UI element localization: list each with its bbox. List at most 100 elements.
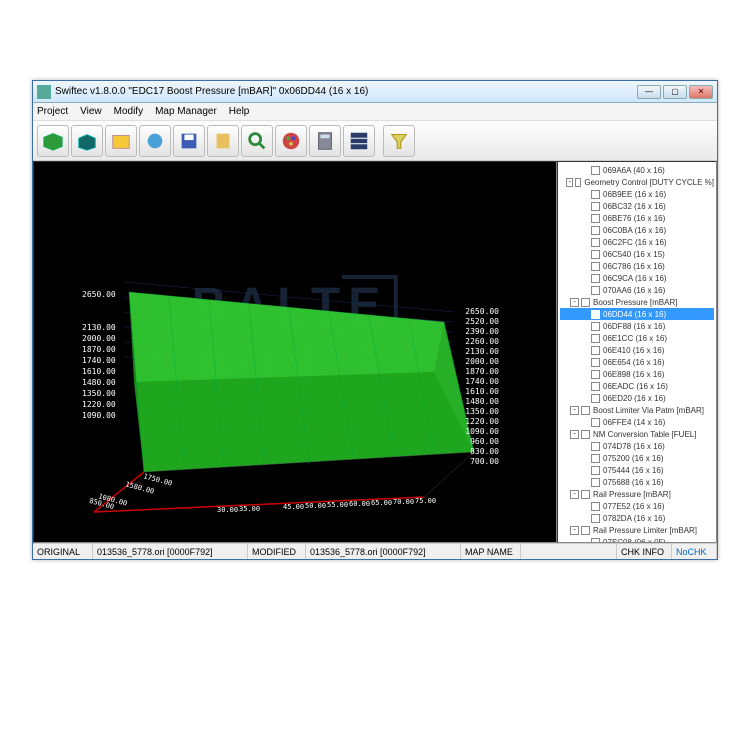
tree-node[interactable]: 06C540 (16 x 15) xyxy=(560,248,714,260)
status-orig-value: 013536_5778.ori [0000F792] xyxy=(93,544,248,559)
menu-modify[interactable]: Modify xyxy=(114,106,143,117)
z-tick-left: 2130.00 xyxy=(82,323,132,332)
tree-node[interactable]: 075444 (16 x 16) xyxy=(560,464,714,476)
tree-checkbox[interactable] xyxy=(591,262,600,271)
tree-checkbox[interactable] xyxy=(591,454,600,463)
menu-help[interactable]: Help xyxy=(229,106,250,117)
tool-save-icon[interactable] xyxy=(173,125,205,157)
tree-node[interactable]: 06B9EE (16 x 16) xyxy=(560,188,714,200)
tree-node[interactable]: 06E898 (16 x 16) xyxy=(560,368,714,380)
tree-checkbox[interactable] xyxy=(591,250,600,259)
tree-checkbox[interactable] xyxy=(591,334,600,343)
tree-node[interactable]: 06C786 (16 x 16) xyxy=(560,260,714,272)
tree-checkbox[interactable] xyxy=(591,358,600,367)
tree-node[interactable]: 06BE76 (16 x 16) xyxy=(560,212,714,224)
3d-viewport[interactable]: BALTED·I·A·G xyxy=(33,161,557,543)
tree-checkbox[interactable] xyxy=(591,202,600,211)
tool-3d-alt-icon[interactable] xyxy=(71,125,103,157)
tree-expander-icon[interactable]: - xyxy=(570,490,579,499)
tree-expander-icon[interactable]: - xyxy=(570,406,579,415)
tree-checkbox[interactable] xyxy=(591,502,600,511)
tree-checkbox[interactable] xyxy=(581,298,590,307)
tree-expander-icon[interactable]: - xyxy=(566,178,572,187)
tool-grid-icon[interactable] xyxy=(343,125,375,157)
tree-node[interactable]: -Geometry Control [DUTY CYCLE %] xyxy=(560,176,714,188)
tree-checkbox[interactable] xyxy=(591,418,600,427)
tree-expander-icon[interactable]: - xyxy=(570,298,579,307)
tree-checkbox[interactable] xyxy=(591,322,600,331)
tree-checkbox[interactable] xyxy=(591,442,600,451)
tree-expander-icon[interactable]: - xyxy=(570,526,579,535)
tree-checkbox[interactable] xyxy=(581,406,590,415)
tree-label: 069A6A (40 x 16) xyxy=(603,166,665,175)
z-tick-left: 1090.00 xyxy=(82,411,132,420)
tree-expander-icon[interactable]: - xyxy=(570,430,579,439)
tree-node[interactable]: 06DF88 (16 x 16) xyxy=(560,320,714,332)
tree-node[interactable]: 07SC08 (06 x 05) xyxy=(560,536,714,543)
minimize-button[interactable]: — xyxy=(637,85,661,99)
map-tree[interactable]: 069A6A (40 x 16)-Geometry Control [DUTY … xyxy=(558,162,716,543)
menu-map-manager[interactable]: Map Manager xyxy=(155,106,217,117)
tree-checkbox[interactable] xyxy=(591,190,600,199)
tree-node[interactable]: 06E654 (16 x 16) xyxy=(560,356,714,368)
tree-node[interactable]: 0782DA (16 x 16) xyxy=(560,512,714,524)
tree-checkbox[interactable] xyxy=(591,226,600,235)
tree-node[interactable]: -Rail Pressure [mBAR] xyxy=(560,488,714,500)
tool-color-icon[interactable] xyxy=(139,125,171,157)
tree-checkbox[interactable] xyxy=(591,394,600,403)
tree-checkbox[interactable] xyxy=(591,382,600,391)
tree-node[interactable]: -NM Conversion Table [FUEL] xyxy=(560,428,714,440)
tree-checkbox[interactable] xyxy=(581,490,590,499)
tree-checkbox[interactable] xyxy=(591,238,600,247)
tree-checkbox[interactable] xyxy=(575,178,581,187)
tree-node[interactable]: 06FFE4 (14 x 16) xyxy=(560,416,714,428)
close-button[interactable]: ✕ xyxy=(689,85,713,99)
tree-checkbox[interactable] xyxy=(581,526,590,535)
map-tree-panel[interactable]: 069A6A (40 x 16)-Geometry Control [DUTY … xyxy=(557,161,717,543)
tool-3d-view-icon[interactable] xyxy=(37,125,69,157)
tree-checkbox[interactable] xyxy=(591,274,600,283)
tree-node[interactable]: 06EADC (16 x 16) xyxy=(560,380,714,392)
tree-node[interactable]: 06C2FC (16 x 16) xyxy=(560,236,714,248)
tree-node[interactable]: -Rail Pressure Limiter [mBAR] xyxy=(560,524,714,536)
tree-node[interactable]: 074D78 (16 x 16) xyxy=(560,440,714,452)
tree-node[interactable]: 069A6A (40 x 16) xyxy=(560,164,714,176)
tool-filter-icon[interactable] xyxy=(383,125,415,157)
tree-checkbox[interactable] xyxy=(591,514,600,523)
tool-find-icon[interactable] xyxy=(241,125,273,157)
tree-node[interactable]: -Boost Limiter Via Patm [mBAR] xyxy=(560,404,714,416)
tree-checkbox[interactable] xyxy=(591,370,600,379)
tree-checkbox[interactable] xyxy=(591,466,600,475)
z-tick: 1870.00 xyxy=(449,367,499,376)
tree-checkbox[interactable] xyxy=(591,310,600,319)
tree-label: 06E1CC (16 x 16) xyxy=(603,334,667,343)
tree-checkbox[interactable] xyxy=(591,346,600,355)
tree-checkbox[interactable] xyxy=(581,430,590,439)
tree-node[interactable]: 070AA6 (16 x 16) xyxy=(560,284,714,296)
tree-node[interactable]: 075688 (16 x 16) xyxy=(560,476,714,488)
tool-calc-icon[interactable] xyxy=(309,125,341,157)
tree-node[interactable]: 077E52 (16 x 16) xyxy=(560,500,714,512)
tree-checkbox[interactable] xyxy=(591,166,600,175)
tree-checkbox[interactable] xyxy=(591,214,600,223)
menu-view[interactable]: View xyxy=(80,106,102,117)
tree-checkbox[interactable] xyxy=(591,478,600,487)
z-tick: 1740.00 xyxy=(449,377,499,386)
tree-node[interactable]: 06ED20 (16 x 16) xyxy=(560,392,714,404)
tree-node[interactable]: 06E410 (16 x 16) xyxy=(560,344,714,356)
tool-palette-icon[interactable] xyxy=(275,125,307,157)
tree-node[interactable]: 06E1CC (16 x 16) xyxy=(560,332,714,344)
tree-node[interactable]: -Boost Pressure [mBAR] xyxy=(560,296,714,308)
maximize-button[interactable]: ▢ xyxy=(663,85,687,99)
tree-node[interactable]: 06C9CA (16 x 16) xyxy=(560,272,714,284)
menu-project[interactable]: Project xyxy=(37,106,68,117)
tree-checkbox[interactable] xyxy=(591,286,600,295)
tree-node[interactable]: 075200 (16 x 16) xyxy=(560,452,714,464)
tree-node[interactable]: 06BC32 (16 x 16) xyxy=(560,200,714,212)
tree-node[interactable]: 06DD44 (16 x 16) xyxy=(560,308,714,320)
tool-edit-icon[interactable] xyxy=(207,125,239,157)
tree-node[interactable]: 06C0BA (16 x 16) xyxy=(560,224,714,236)
z-tick: 2260.00 xyxy=(449,337,499,346)
tool-open-icon[interactable] xyxy=(105,125,137,157)
titlebar[interactable]: Swiftec v1.8.0.0 "EDC17 Boost Pressure [… xyxy=(33,81,717,103)
